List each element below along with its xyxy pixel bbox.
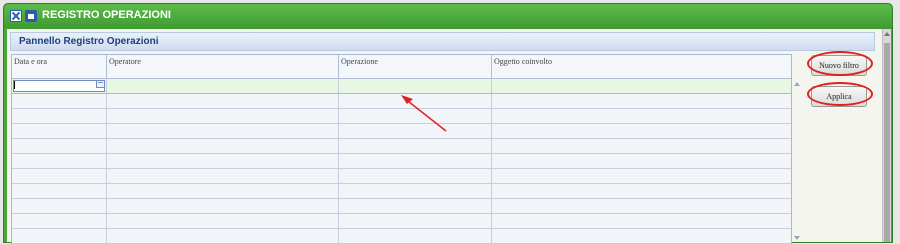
table-cell[interactable] [107, 214, 339, 228]
table-row[interactable] [12, 199, 791, 214]
table-cell[interactable] [339, 229, 492, 243]
scroll-up-icon[interactable] [794, 82, 800, 86]
table-cell[interactable] [339, 139, 492, 153]
filter-row[interactable] [12, 79, 791, 94]
table-header: Data e ora Operatore Operazione Oggetto … [12, 55, 791, 79]
table-row[interactable] [12, 109, 791, 124]
table-cell[interactable] [12, 109, 107, 123]
table-cell[interactable] [492, 154, 792, 168]
table-cell[interactable] [492, 229, 792, 243]
window-content: Pannello Registro Operazioni Data e ora … [7, 29, 891, 244]
table-cell[interactable] [339, 169, 492, 183]
table-row[interactable] [12, 169, 791, 184]
column-label: Operazione [341, 57, 378, 66]
window-scrollbar[interactable] [882, 29, 891, 242]
panel-header: Pannello Registro Operazioni [10, 32, 875, 51]
calendar-icon[interactable] [96, 80, 105, 88]
table-cell[interactable] [492, 184, 792, 198]
column-label: Oggetto coinvolto [494, 57, 552, 66]
scroll-down-icon[interactable] [794, 236, 800, 240]
table-cell[interactable] [107, 79, 339, 93]
table-cell[interactable] [339, 79, 492, 93]
table-row[interactable] [12, 154, 791, 169]
table-row[interactable] [12, 184, 791, 199]
title-bar: REGISTRO OPERAZIONI [4, 4, 892, 29]
table-cell[interactable] [492, 139, 792, 153]
table-cell[interactable] [339, 154, 492, 168]
table-cell[interactable] [492, 169, 792, 183]
column-header-operatore[interactable]: Operatore [107, 55, 339, 79]
table-cell[interactable] [339, 124, 492, 138]
table-cell[interactable] [12, 169, 107, 183]
table-cell[interactable] [339, 109, 492, 123]
table-cell[interactable] [107, 229, 339, 243]
date-filter-input[interactable] [13, 80, 105, 92]
table-cell[interactable] [107, 109, 339, 123]
table-row[interactable] [12, 124, 791, 139]
scrollbar-thumb[interactable] [884, 43, 890, 242]
table-cell[interactable] [492, 79, 792, 93]
table-cell[interactable] [339, 184, 492, 198]
new-filter-button[interactable]: Nuovo filtro [811, 55, 867, 76]
column-header-data-ora[interactable]: Data e ora [12, 55, 107, 79]
table-cell[interactable] [107, 199, 339, 213]
panel-title: Pannello Registro Operazioni [19, 36, 159, 47]
table-cell[interactable] [12, 94, 107, 108]
table-cell[interactable] [12, 229, 107, 243]
table-cell[interactable] [339, 94, 492, 108]
table-cell[interactable] [492, 124, 792, 138]
scroll-up-icon[interactable] [884, 32, 890, 36]
table-cell[interactable] [107, 94, 339, 108]
maximize-icon[interactable] [25, 10, 37, 22]
table-cell[interactable] [12, 154, 107, 168]
table-cell[interactable] [107, 154, 339, 168]
table-row[interactable] [12, 229, 791, 244]
table-cell[interactable] [12, 79, 107, 93]
table-row[interactable] [12, 139, 791, 154]
table-cell[interactable] [12, 199, 107, 213]
table-cell[interactable] [107, 169, 339, 183]
table-scrollbar[interactable] [792, 78, 802, 244]
table-row[interactable] [12, 214, 791, 229]
table-cell[interactable] [492, 94, 792, 108]
table-cell[interactable] [107, 139, 339, 153]
table-cell[interactable] [107, 124, 339, 138]
table-cell[interactable] [12, 214, 107, 228]
table-cell[interactable] [107, 184, 339, 198]
column-header-operazione[interactable]: Operazione [339, 55, 492, 79]
column-label: Operatore [109, 57, 141, 66]
close-icon[interactable] [10, 10, 22, 22]
table-cell[interactable] [12, 184, 107, 198]
column-label: Data e ora [14, 57, 47, 66]
table-cell[interactable] [12, 124, 107, 138]
table-cell[interactable] [12, 139, 107, 153]
window: REGISTRO OPERAZIONI Pannello Registro Op… [3, 3, 893, 244]
apply-button[interactable]: Applica [811, 86, 867, 107]
table-cell[interactable] [492, 109, 792, 123]
table-cell[interactable] [339, 199, 492, 213]
text-caret [14, 81, 15, 89]
table-row[interactable] [12, 94, 791, 109]
operations-table: Data e ora Operatore Operazione Oggetto … [11, 54, 792, 244]
column-header-oggetto[interactable]: Oggetto coinvolto [492, 55, 792, 79]
window-title: REGISTRO OPERAZIONI [42, 9, 171, 21]
table-cell[interactable] [339, 214, 492, 228]
table-cell[interactable] [492, 214, 792, 228]
table-cell[interactable] [492, 199, 792, 213]
